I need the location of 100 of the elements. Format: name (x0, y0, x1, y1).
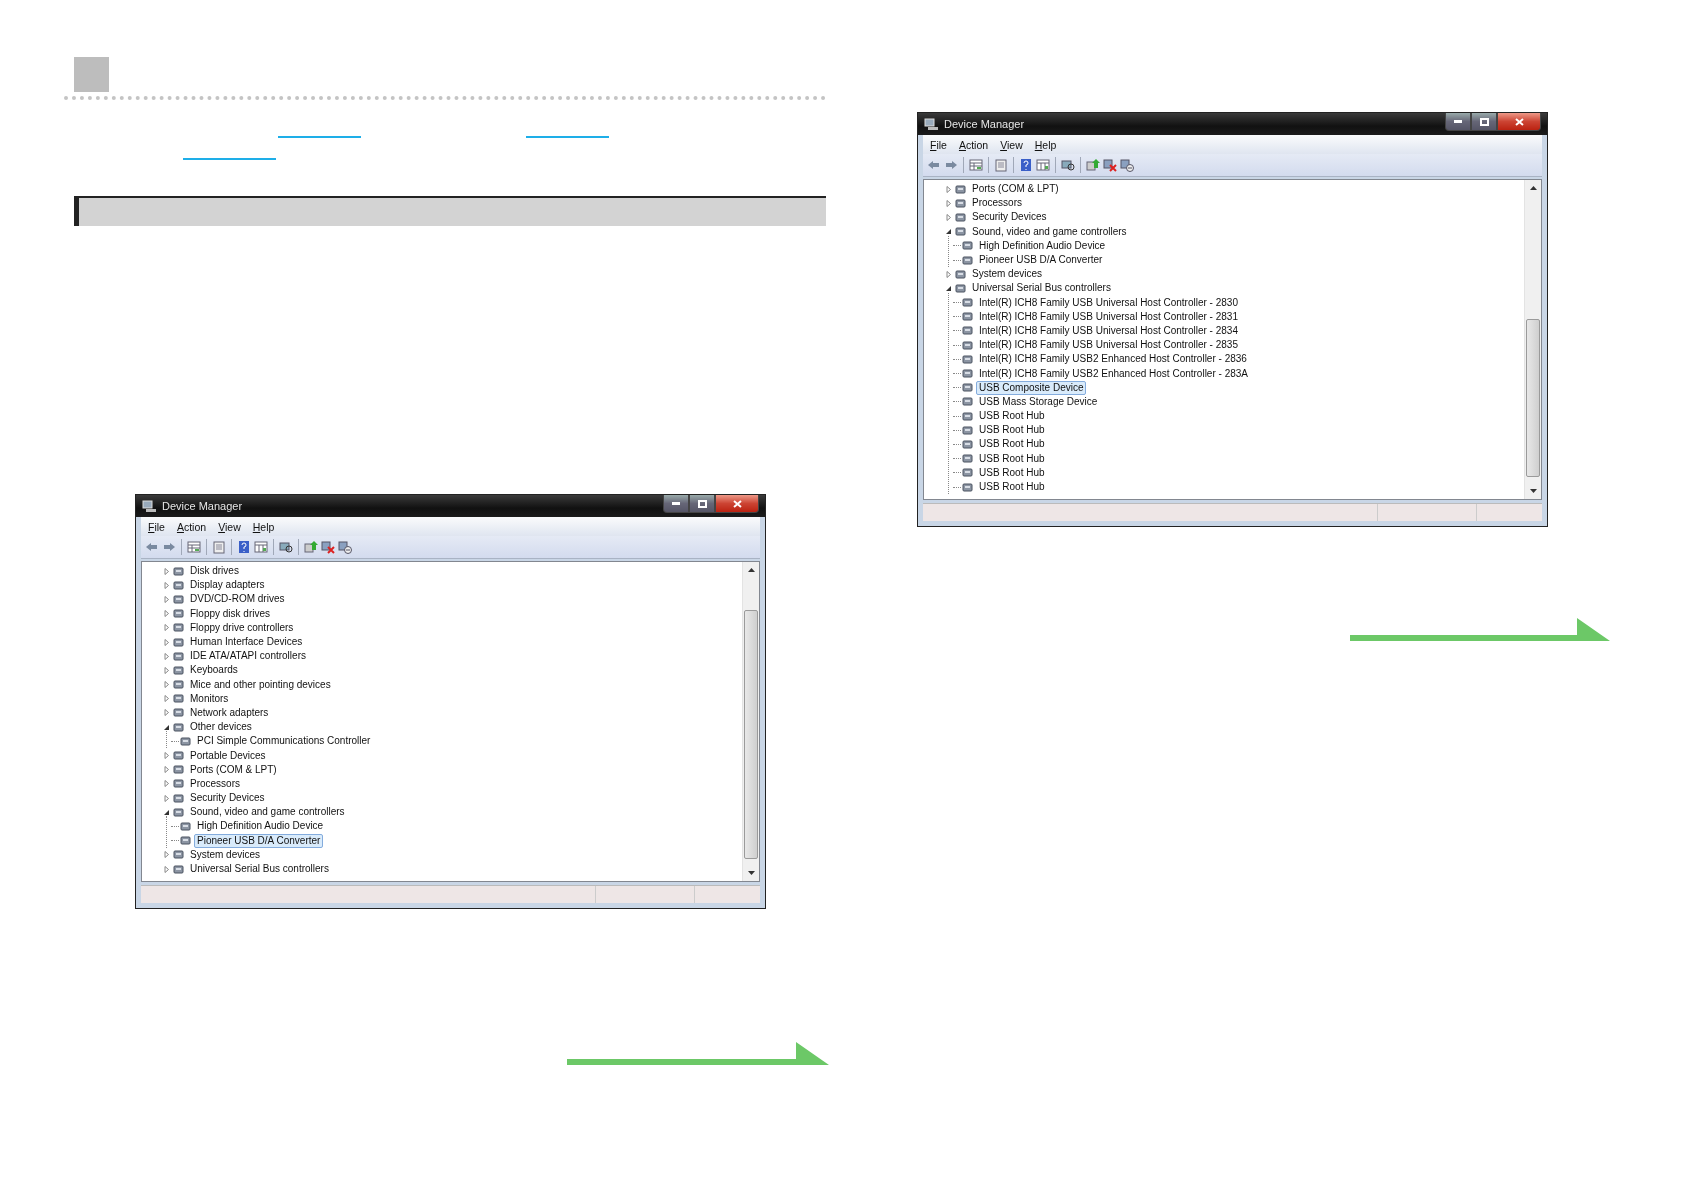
device-x-icon[interactable] (321, 540, 335, 554)
tree-item[interactable]: Mice and other pointing devices (187, 677, 334, 692)
expand-triangle-icon[interactable] (162, 680, 171, 690)
tree-item[interactable]: Security Devices (969, 210, 1050, 225)
tree-item[interactable]: Floppy drive controllers (187, 620, 297, 635)
close-button[interactable] (1497, 113, 1541, 131)
menu-item[interactable]: Action (953, 138, 994, 151)
tree-item[interactable]: Intel(R) ICH8 Family USB2 Enhanced Host Controller - 283A (976, 366, 1251, 381)
expand-triangle-icon[interactable] (162, 594, 171, 604)
tree-item[interactable]: Intel(R) ICH8 Family USB2 Enhanced Host Controller - 2836 (976, 352, 1250, 367)
tree-item[interactable]: Intel(R) ICH8 Family USB Universal Host Controller - 2835 (976, 338, 1241, 353)
menu-item[interactable]: File (925, 138, 952, 151)
tree-item[interactable]: Pioneer USB D/A Converter (194, 833, 324, 848)
close-button[interactable] (715, 495, 759, 513)
tree-item[interactable]: Intel(R) ICH8 Family USB Universal Host Controller - 2831 (976, 309, 1241, 324)
update-arrow-icon[interactable] (1086, 158, 1100, 172)
tree-item[interactable]: USB Root Hub (976, 465, 1048, 480)
help-icon[interactable] (1019, 158, 1033, 172)
maximize-button[interactable] (1471, 113, 1497, 131)
update-arrow-icon[interactable] (304, 540, 318, 554)
tree-item[interactable]: Display adapters (187, 578, 268, 593)
page-icon[interactable] (212, 540, 226, 554)
tree-item[interactable]: USB Composite Device (976, 380, 1087, 395)
device-disable-icon[interactable] (338, 540, 352, 554)
tree-item[interactable]: USB Mass Storage Device (976, 394, 1101, 409)
forward-arrow-icon[interactable] (944, 158, 958, 172)
expand-triangle-icon[interactable] (944, 198, 953, 208)
tree-item[interactable]: USB Root Hub (976, 423, 1048, 438)
expand-triangle-icon[interactable] (162, 793, 171, 803)
tree-item[interactable]: Other devices (187, 720, 255, 735)
expand-triangle-icon[interactable] (162, 609, 171, 619)
expand-triangle-icon[interactable] (162, 751, 171, 761)
expand-triangle-icon[interactable] (162, 864, 171, 874)
grid-icon[interactable] (254, 540, 268, 554)
menu-item[interactable]: Help (1029, 138, 1062, 151)
properties-grid-icon[interactable] (187, 540, 201, 554)
menu-item[interactable]: Help (247, 520, 280, 533)
expand-triangle-icon[interactable] (162, 708, 171, 718)
tree-item[interactable]: Intel(R) ICH8 Family USB Universal Host Controller - 2830 (976, 295, 1241, 310)
expand-triangle-icon[interactable] (162, 623, 171, 633)
page-icon[interactable] (994, 158, 1008, 172)
tree-item[interactable]: Sound, video and game controllers (187, 805, 348, 820)
tree-item[interactable]: Ports (COM & LPT) (187, 762, 280, 777)
tree-item[interactable]: Network adapters (187, 705, 272, 720)
tree-item[interactable]: USB Root Hub (976, 480, 1048, 495)
menu-item[interactable]: Action (171, 520, 212, 533)
expand-triangle-icon[interactable] (162, 850, 171, 860)
tree-item[interactable]: High Definition Audio Device (976, 238, 1109, 253)
help-icon[interactable] (237, 540, 251, 554)
expand-triangle-icon[interactable] (944, 184, 953, 194)
grid-icon[interactable] (1036, 158, 1050, 172)
back-arrow-icon[interactable] (145, 540, 159, 554)
menu-item[interactable]: View (995, 138, 1028, 151)
monitor-search-icon[interactable] (279, 540, 293, 554)
tree-item[interactable]: USB Root Hub (976, 409, 1048, 424)
tree-item[interactable]: DVD/CD-ROM drives (187, 592, 288, 607)
device-x-icon[interactable] (1103, 158, 1117, 172)
menu-item[interactable]: File (143, 520, 170, 533)
minimize-button[interactable] (663, 495, 689, 513)
tree-item[interactable]: High Definition Audio Device (194, 819, 327, 834)
tree-item[interactable]: Human Interface Devices (187, 635, 306, 650)
tree-item[interactable]: USB Root Hub (976, 437, 1048, 452)
tree-item[interactable]: Processors (187, 776, 243, 791)
tree-item[interactable]: Intel(R) ICH8 Family USB Universal Host Controller - 2834 (976, 323, 1241, 338)
expand-triangle-icon[interactable] (162, 637, 171, 647)
device-disable-icon[interactable] (1120, 158, 1134, 172)
tree-item[interactable]: USB Root Hub (976, 451, 1048, 466)
tree-item[interactable]: System devices (969, 267, 1046, 282)
tree-item[interactable]: PCI Simple Communications Controller (194, 734, 374, 749)
minimize-button[interactable] (1445, 113, 1471, 131)
tree-item[interactable]: System devices (187, 847, 264, 862)
expand-triangle-icon[interactable] (162, 580, 171, 590)
back-arrow-icon[interactable] (927, 158, 941, 172)
tree-item[interactable]: Ports (COM & LPT) (969, 182, 1062, 197)
expand-triangle-icon[interactable] (162, 665, 171, 675)
tree-item[interactable]: Universal Serial Bus controllers (969, 281, 1114, 296)
menu-item[interactable]: View (213, 520, 246, 533)
maximize-button[interactable] (689, 495, 715, 513)
tree-item[interactable]: Portable Devices (187, 748, 269, 763)
expand-triangle-icon[interactable] (944, 269, 953, 279)
tree-item[interactable]: Pioneer USB D/A Converter (976, 253, 1106, 268)
scroll-thumb[interactable] (744, 609, 758, 860)
tree-item[interactable]: Security Devices (187, 791, 268, 806)
forward-arrow-icon[interactable] (162, 540, 176, 554)
expand-triangle-icon[interactable] (162, 651, 171, 661)
tree-item[interactable]: Sound, video and game controllers (969, 224, 1130, 239)
tree-item[interactable]: Monitors (187, 691, 232, 706)
expand-triangle-icon[interactable] (162, 765, 171, 775)
properties-grid-icon[interactable] (969, 158, 983, 172)
tree-item[interactable]: Floppy disk drives (187, 606, 274, 621)
expand-triangle-icon[interactable] (944, 212, 953, 222)
scroll-thumb[interactable] (1526, 319, 1540, 478)
expand-triangle-icon[interactable] (162, 779, 171, 789)
expand-triangle-icon[interactable] (162, 566, 171, 576)
tree-item[interactable]: Disk drives (187, 564, 242, 579)
tree-item[interactable]: Processors (969, 196, 1025, 211)
monitor-search-icon[interactable] (1061, 158, 1075, 172)
tree-item[interactable]: IDE ATA/ATAPI controllers (187, 649, 309, 664)
tree-item[interactable]: Keyboards (187, 663, 241, 678)
collapse-triangle-icon[interactable] (944, 227, 953, 237)
